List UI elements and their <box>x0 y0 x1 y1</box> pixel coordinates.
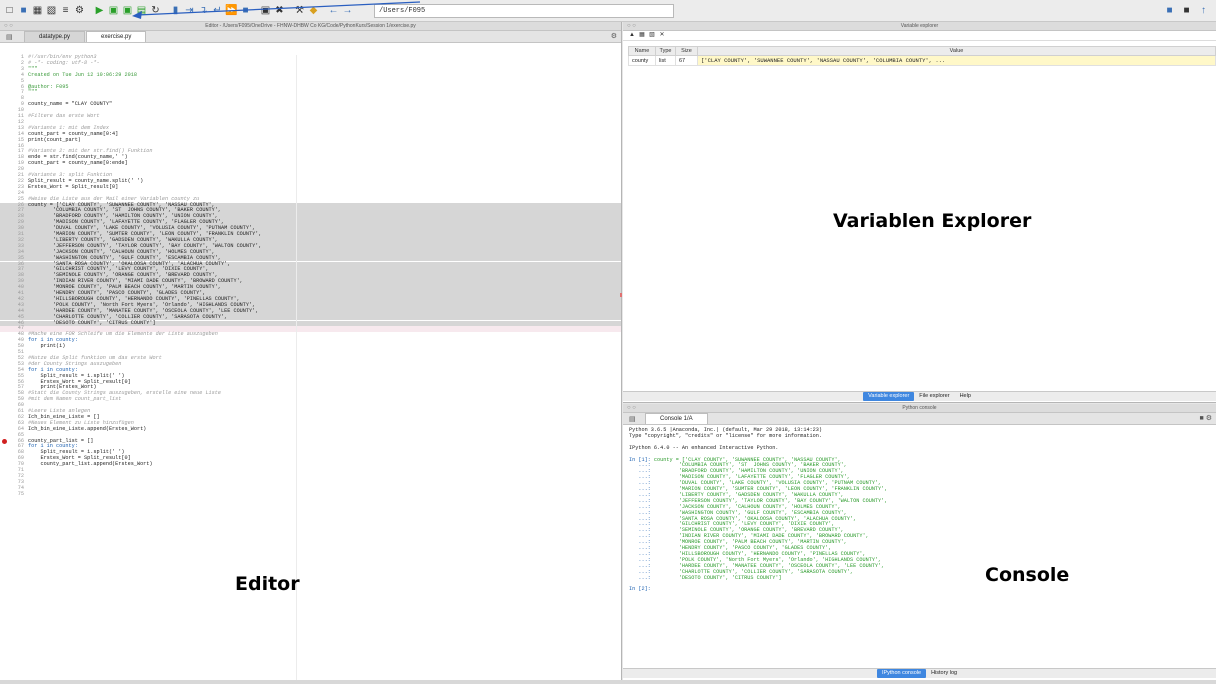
variable-explorer-tabs: Variable explorer File explorer Help <box>623 391 1216 401</box>
console-line: Type "copyright", "credits" or "license"… <box>629 432 823 440</box>
browse-tabs-icon[interactable]: ▤ <box>6 33 13 41</box>
fullscreen-icon[interactable]: ✖ <box>274 5 285 16</box>
variable-value: ['CLAY COUNTY', 'SUWANNEE COUNTY', 'NASS… <box>697 55 1216 66</box>
status-bar <box>0 680 1216 684</box>
save-data-icon[interactable]: ▦ <box>638 32 646 40</box>
working-directory-input[interactable]: /Users/F095 <box>374 4 674 18</box>
step-into-icon[interactable]: ↴ <box>198 5 209 16</box>
console-text: IPython 6.4.0 -- An enhanced Interactive… <box>629 444 779 451</box>
step-return-icon[interactable]: ↵ <box>212 5 223 16</box>
console-tabbar: ▤ Console 1/A ■ ⚙ <box>623 413 1216 425</box>
console-line: IPython 6.4.0 -- An enhanced Interactive… <box>629 444 779 452</box>
editor-tabbar: ▤ datatype.py exercise.py ⚙ <box>0 31 621 43</box>
console-line: ...: 'DESOTO COUNTY', 'CITRUS COUNTY'] <box>629 574 782 582</box>
console-options-icon[interactable]: ■ ⚙ <box>1200 414 1212 422</box>
breakpoint-icon[interactable] <box>2 438 7 444</box>
console-text: 'DESOTO COUNTY', 'CITRUS COUNTY'] <box>653 574 782 581</box>
tools-wrench-icon[interactable]: ⚒ <box>294 5 305 16</box>
python-path-icon[interactable]: ◆ <box>308 5 319 16</box>
tab-console-1a[interactable]: Console 1/A <box>645 413 708 424</box>
rerun-icon[interactable]: ↻ <box>150 5 161 16</box>
list-icon[interactable]: ≡ <box>60 5 71 16</box>
browse-tabs-icon[interactable]: ▤ <box>629 415 636 423</box>
tab-variable-explorer[interactable]: Variable explorer <box>863 392 915 401</box>
table-header: Name Type Size Value <box>628 46 1216 56</box>
variable-size: 67 <box>675 55 698 66</box>
column-header-size[interactable]: Size <box>675 46 698 56</box>
tab-history-log[interactable]: History log <box>926 669 962 678</box>
run-icon[interactable]: ▶ <box>94 5 105 16</box>
table-row[interactable]: county list 67 ['CLAY COUNTY', 'SUWANNEE… <box>628 55 1216 66</box>
preferences-icon[interactable]: ⚙ <box>74 5 85 16</box>
pane-splitter-marker <box>620 293 622 297</box>
tab-file-explorer[interactable]: File explorer <box>914 392 954 401</box>
tab-ipython-console[interactable]: IPython console <box>876 669 927 678</box>
forward-arrow-icon[interactable]: → <box>342 5 353 16</box>
run-cell-advance-icon[interactable]: ▣ <box>122 5 133 16</box>
console-annotation: Console <box>985 564 1070 586</box>
browse-directory-icon[interactable]: ■ <box>1164 5 1175 16</box>
run-cell-icon[interactable]: ▣ <box>108 5 119 16</box>
stop-debug-icon[interactable]: ■ <box>240 5 251 16</box>
editor-titlebar: ○ ○ Editor - /Users/F095/OneDrive - FHNW… <box>0 22 621 31</box>
variable-explorer-titlebar: ○ ○ Variable explorer <box>623 22 1216 31</box>
editor-pane: ○ ○ Editor - /Users/F095/OneDrive - FHNW… <box>0 22 622 680</box>
console-title: Python console <box>902 405 937 411</box>
variables-table: Name Type Size Value county list 67 ['CL… <box>628 46 1216 66</box>
open-folder-icon[interactable]: ■ <box>18 5 29 16</box>
column-header-value[interactable]: Value <box>697 46 1216 56</box>
code-line[interactable]: 75 <box>0 490 621 498</box>
line-number: 75 <box>17 490 24 497</box>
maximize-pane-icon[interactable]: ▣ <box>260 5 271 16</box>
pane-options-icon[interactable]: ○ ○ <box>627 404 636 413</box>
remove-all-variables-icon[interactable]: ✕ <box>658 32 666 40</box>
python-console-pane: ○ ○ Python console ▤ Console 1/A ■ ⚙ Pyt… <box>623 404 1216 680</box>
import-data-icon[interactable]: ▲ <box>628 32 636 40</box>
continue-icon[interactable]: ⏩ <box>225 5 237 16</box>
editor-title: Editor - /Users/F095/OneDrive - FHNW-DHB… <box>205 23 416 29</box>
toolbar-right: ■ ■ ↑ <box>1161 5 1212 16</box>
tab-exercise[interactable]: exercise.py <box>86 31 147 42</box>
console-prompt: ...: <box>629 574 654 581</box>
console-titlebar: ○ ○ Python console <box>623 404 1216 413</box>
variable-name: county <box>628 55 656 66</box>
step-icon[interactable]: ⇥ <box>184 5 195 16</box>
main-toolbar: □ ■ ▦ ▧ ≡ ⚙ ▶ ▣ ▣ ▤ ↻ ▮ ⇥ ↴ ↵ ⏩ ■ ▣ ✖ ⚒ … <box>0 0 1216 22</box>
column-header-name[interactable]: Name <box>628 46 656 56</box>
debug-icon[interactable]: ▮ <box>170 5 181 16</box>
code-editor[interactable]: 1 #!/usr/bin/env python3 2 # -*- coding: ut… <box>0 54 621 680</box>
tab-datatype[interactable]: datatype.py <box>24 31 86 42</box>
tab-help[interactable]: Help <box>955 392 976 401</box>
save-data-as-icon[interactable]: ▧ <box>648 32 656 40</box>
pane-options-icon[interactable]: ○ ○ <box>4 22 13 31</box>
open-folder-right-icon[interactable]: ■ <box>1181 5 1192 16</box>
variable-explorer-title: Variable explorer <box>900 23 939 29</box>
console-line: In [2]: <box>629 586 654 593</box>
spyder-ide-window: □ ■ ▦ ▧ ≡ ⚙ ▶ ▣ ▣ ▤ ↻ ▮ ⇥ ↴ ↵ ⏩ ■ ▣ ✖ ⚒ … <box>0 0 1216 684</box>
editor-options-icon[interactable]: ⚙ <box>611 32 617 40</box>
variable-type: list <box>655 55 676 66</box>
variable-explorer-annotation: Variablen Explorer <box>833 210 1032 232</box>
console-output[interactable]: Python 3.6.5 |Anaconda, Inc.| (default, … <box>623 427 1216 668</box>
console-text: Type "copyright", "credits" or "license"… <box>629 432 823 439</box>
save-icon[interactable]: ▦ <box>32 5 43 16</box>
console-tabs: IPython console History log <box>623 668 1216 678</box>
parent-directory-icon[interactable]: ↑ <box>1198 5 1209 16</box>
console-prompt: In [2]: <box>629 586 654 593</box>
editor-annotation: Editor <box>235 573 300 595</box>
column-header-type[interactable]: Type <box>655 46 676 56</box>
new-file-icon[interactable]: □ <box>4 5 15 16</box>
back-arrow-icon[interactable]: ← <box>328 5 339 16</box>
variable-explorer-toolbar: ▲ ▦ ▧ ✕ <box>623 31 1216 41</box>
save-all-icon[interactable]: ▧ <box>46 5 57 16</box>
run-selection-icon[interactable]: ▤ <box>136 5 147 16</box>
pane-options-icon[interactable]: ○ ○ <box>627 22 636 31</box>
